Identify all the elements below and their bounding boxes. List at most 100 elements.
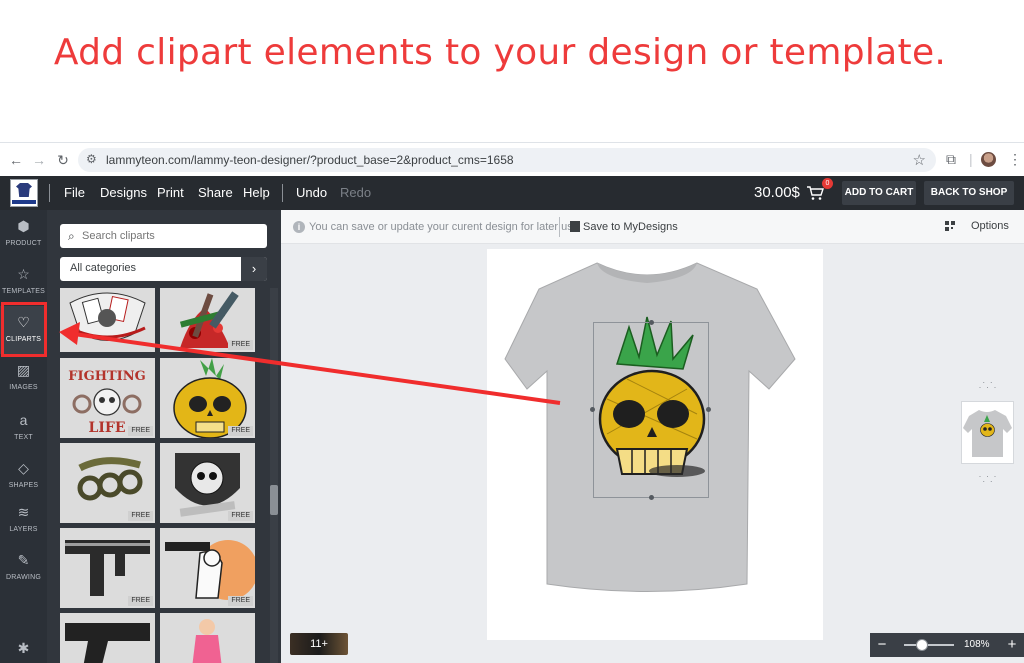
panel-scrollbar[interactable] (270, 485, 278, 515)
selection-handle[interactable] (590, 407, 595, 412)
panel-scroll-track[interactable] (270, 288, 278, 663)
info-icon: i (293, 221, 305, 233)
browser-toolbar: ← → ↻ ⚙ lammyteon.com/lammy-teon-designe… (0, 142, 1024, 176)
rail-label: TEMPLATES (2, 288, 45, 295)
search-icon: ⌕ (68, 229, 75, 243)
clipart-tile[interactable]: FREE (60, 443, 155, 523)
add-to-cart-button[interactable]: ADD TO CART (842, 181, 916, 205)
reload-icon[interactable]: ↻ (55, 152, 71, 168)
undo-button[interactable]: Undo (296, 185, 327, 200)
rail-label: SHAPES (8, 482, 39, 489)
extensions-icon[interactable]: ⧉ (946, 151, 956, 168)
rail-drawing[interactable]: ✎ DRAWING (0, 544, 47, 592)
bookmark-star-icon[interactable]: ☆ (913, 151, 926, 169)
clipart-grid: FREE FIGHTING LIFE FREE FREE FREE FREE F… (60, 288, 256, 663)
save-to-mydesigns-button[interactable]: Save to MyDesigns (583, 221, 678, 233)
options-button[interactable]: Options (971, 220, 1009, 232)
rail-images[interactable]: ▨ IMAGES (0, 354, 47, 402)
rail-shapes[interactable]: ◇ SHAPES (0, 452, 47, 500)
free-badge: FREE (228, 511, 253, 521)
clipart-tile[interactable]: FREE (160, 358, 255, 438)
rail-label: IMAGES (9, 384, 38, 391)
redo-button[interactable]: Redo (340, 185, 371, 200)
qr-grid-icon[interactable] (945, 221, 955, 231)
tool-rail: ⬢ PRODUCT ☆ TEMPLATES ♡ CLIPARTS ▨ IMAGE… (0, 210, 47, 663)
save-hint-text: You can save or update your curent desig… (309, 221, 579, 233)
selection-handle[interactable] (706, 407, 711, 412)
clipart-tile[interactable]: FREE (160, 528, 255, 608)
site-settings-icon[interactable]: ⚙ (86, 152, 97, 166)
diamond-icon: ◇ (18, 460, 29, 476)
layers-icon: ≋ (17, 504, 30, 520)
rail-layers[interactable]: ≋ LAYERS (0, 496, 47, 544)
layers-count-chip[interactable]: 11+ (290, 633, 348, 655)
rail-label: PRODUCT (5, 240, 42, 247)
bug-icon: ✱ (17, 640, 30, 656)
star-icon: ☆ (17, 266, 30, 282)
headline: Add clipart elements to your design or t… (53, 32, 947, 73)
save-icon[interactable] (570, 221, 580, 232)
rail-bug-report[interactable]: ✱ (0, 636, 47, 663)
svg-text:LIFE: LIFE (88, 420, 125, 436)
clipart-tile[interactable]: FIGHTING LIFE FREE (60, 358, 155, 438)
forward-arrow-icon[interactable]: → (31, 152, 47, 168)
view-down-dots-icon[interactable]: · · · · · (976, 472, 1000, 488)
chevron-right-icon[interactable]: › (241, 257, 267, 281)
image-icon: ▨ (16, 362, 31, 378)
product-view-thumbnail[interactable] (961, 401, 1014, 464)
menu-file[interactable]: File (64, 185, 85, 200)
rail-product[interactable]: ⬢ PRODUCT (0, 210, 47, 258)
cliparts-highlight-box (1, 302, 47, 357)
workspace-toolbar: i You can save or update your curent des… (281, 210, 1024, 244)
back-arrow-icon[interactable]: ← (8, 152, 24, 168)
view-up-dots-icon[interactable]: · · · · · (976, 378, 1000, 394)
category-select[interactable]: All categories › (60, 257, 267, 281)
profile-avatar[interactable] (981, 152, 996, 167)
divider (282, 184, 283, 202)
more-menu-icon[interactable]: ⋮ (1008, 151, 1022, 168)
category-value: All categories (70, 262, 137, 274)
address-bar[interactable]: ⚙ lammyteon.com/lammy-teon-designer/?pro… (78, 148, 936, 172)
selection-handle[interactable] (649, 495, 654, 500)
clipart-panel: ⌕ All categories › (47, 210, 281, 663)
free-badge: FREE (228, 596, 253, 606)
rail-label: TEXT (14, 434, 33, 441)
search-input[interactable] (82, 224, 262, 248)
free-badge: FREE (128, 596, 153, 606)
divider (49, 184, 50, 202)
back-to-shop-button[interactable]: BACK TO SHOP (924, 181, 1014, 205)
zoom-slider-knob[interactable] (916, 639, 928, 651)
app-top-bar: File Designs Print Share Help Undo Redo … (0, 176, 1024, 210)
rail-text[interactable]: a TEXT (0, 404, 47, 452)
brand-logo[interactable] (10, 179, 38, 207)
clipart-search[interactable]: ⌕ (60, 224, 267, 248)
cart-icon[interactable] (806, 185, 824, 201)
free-badge: FREE (228, 340, 253, 350)
clipart-tile[interactable] (60, 613, 155, 663)
clipart-tile[interactable] (60, 288, 155, 352)
free-badge: FREE (128, 426, 153, 436)
divider: | (969, 151, 973, 167)
text-icon: a (19, 412, 28, 428)
zoom-out-button[interactable]: − (870, 633, 894, 657)
cube-icon: ⬢ (17, 218, 30, 234)
selection-box[interactable] (593, 322, 709, 498)
url-text: lammyteon.com/lammy-teon-designer/?produ… (106, 153, 514, 167)
pencil-icon: ✎ (17, 552, 30, 568)
rail-label: DRAWING (6, 574, 41, 581)
svg-text:FIGHTING: FIGHTING (68, 369, 145, 384)
clipart-tile[interactable] (160, 613, 255, 663)
zoom-in-button[interactable]: + (1000, 633, 1024, 657)
clipart-tile[interactable]: FREE (60, 528, 155, 608)
selection-handle[interactable] (649, 320, 654, 325)
clipart-tile[interactable]: FREE (160, 288, 255, 352)
rail-templates[interactable]: ☆ TEMPLATES (0, 258, 47, 306)
rail-label: LAYERS (9, 526, 38, 533)
zoom-level: 108% (964, 639, 990, 650)
menu-print[interactable]: Print (157, 185, 184, 200)
menu-share[interactable]: Share (198, 185, 233, 200)
zoom-slider-track[interactable] (904, 644, 954, 646)
clipart-tile[interactable]: FREE (160, 443, 255, 523)
menu-help[interactable]: Help (243, 185, 270, 200)
menu-designs[interactable]: Designs (100, 185, 147, 200)
